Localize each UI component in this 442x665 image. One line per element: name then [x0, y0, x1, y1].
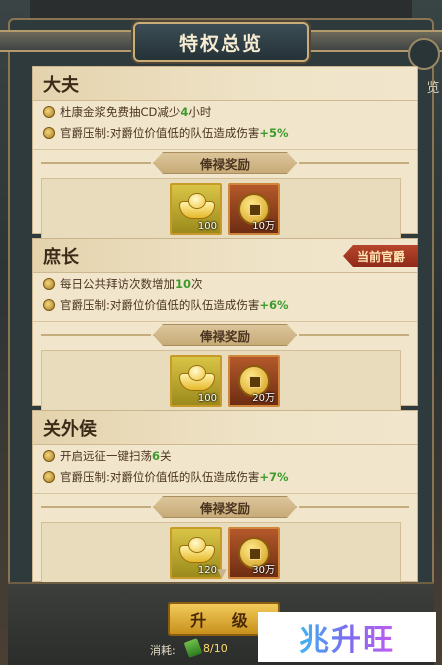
divider-left — [41, 162, 151, 164]
perk-value: 6 — [152, 448, 161, 463]
cost-label: 消耗: — [150, 644, 176, 657]
perk-value: +6% — [259, 297, 289, 312]
item-quantity: 30万 — [252, 565, 275, 576]
gold-ingot-icon — [179, 537, 215, 563]
perk-value: 4 — [180, 104, 189, 119]
perk-item: 开启远征一键扫荡 6 关 — [33, 445, 417, 466]
divider-right — [299, 334, 409, 336]
perk-text: 开启远征一键扫荡 — [60, 448, 152, 463]
gold-ingot-item[interactable]: 100 — [170, 355, 222, 407]
title-bar: 特权总览 — [0, 18, 442, 62]
item-quantity: 20万 — [252, 393, 275, 404]
perk-item: 官爵压制:对爵位价值低的队伍造成伤害 +6% — [33, 294, 417, 315]
divider-left — [41, 334, 151, 336]
perk-suffix: 小时 — [188, 104, 212, 119]
gold-ingot-icon — [179, 193, 215, 219]
perk-item: 杜康金浆免费抽CD减少 4 小时 — [33, 101, 417, 122]
perk-text: 每日公共拜访次数增加 — [60, 276, 175, 291]
item-quantity: 10万 — [252, 221, 275, 232]
perk-bullet-icon — [43, 126, 55, 139]
rank-header: 大夫 — [33, 67, 417, 101]
copper-coin-item[interactable]: 10万 — [228, 183, 280, 235]
perk-bullet-icon — [43, 277, 55, 290]
scroll-down-icon[interactable]: ▼ — [214, 566, 230, 580]
rank-header: 关外侯 — [33, 411, 417, 445]
reward-box: 100 10万 — [41, 178, 401, 240]
divider-right — [299, 162, 409, 164]
perk-bullet-icon — [43, 298, 55, 311]
perk-item: 官爵压制:对爵位价值低的队伍造成伤害 +7% — [33, 466, 417, 487]
side-tab-label[interactable]: 览 — [424, 66, 442, 106]
perk-text: 官爵压制:对爵位价值低的队伍造成伤害 — [60, 297, 260, 312]
perk-bullet-icon — [43, 105, 55, 118]
current-rank-badge: 当前官爵 — [343, 245, 418, 267]
rank-section-shuzhang: 庶长 当前官爵 每日公共拜访次数增加 10 次 官爵压制:对爵位价值低的队伍造成伤害… — [32, 238, 418, 412]
perk-bullet-icon — [43, 449, 55, 462]
perk-value: +7% — [259, 469, 289, 484]
gold-ingot-icon — [179, 365, 215, 391]
watermark-logo: 兆升旺 — [258, 612, 436, 662]
page-title: 特权总览 — [178, 32, 263, 55]
rank-name: 大夫 — [43, 74, 79, 96]
reward-box: 100 20万 — [41, 350, 401, 412]
privilege-list[interactable]: 大夫 杜康金浆免费抽CD减少 4 小时 官爵压制:对爵位价值低的队伍造成伤害 +5% … — [32, 62, 418, 582]
title-plate: 特权总览 — [133, 22, 309, 62]
item-quantity: 100 — [197, 393, 217, 404]
rank-section-dafu: 大夫 杜康金浆免费抽CD减少 4 小时 官爵压制:对爵位价值低的队伍造成伤害 +5% … — [32, 66, 418, 240]
perk-suffix: 关 — [160, 448, 172, 463]
perk-item: 每日公共拜访次数增加 10 次 — [33, 273, 417, 294]
cost-value: 8/10 — [203, 642, 228, 655]
rank-section-guanwaihou: 关外侯 开启远征一键扫荡 6 关 官爵压制:对爵位价值低的队伍造成伤害 +7% 俸禄奖… — [32, 410, 418, 582]
reward-title: 俸禄奖励 — [153, 324, 297, 346]
perk-text: 杜康金浆免费抽CD减少 — [60, 104, 181, 119]
perk-text: 官爵压制:对爵位价值低的队伍造成伤害 — [60, 125, 260, 140]
perk-suffix: 次 — [191, 276, 203, 291]
rank-name: 关外侯 — [43, 418, 97, 440]
perk-value: +5% — [259, 125, 289, 140]
divider-right — [299, 506, 409, 508]
copper-coin-item[interactable]: 20万 — [228, 355, 280, 407]
perk-value: 10 — [175, 276, 192, 291]
copper-coin-item[interactable]: 30万 — [228, 527, 280, 579]
perk-item: 官爵压制:对爵位价值低的队伍造成伤害 +5% — [33, 122, 417, 143]
rank-name: 庶长 — [43, 246, 79, 268]
gold-ingot-item[interactable]: 100 — [170, 183, 222, 235]
reward-title: 俸禄奖励 — [153, 496, 297, 518]
watermark-text: 兆升旺 — [299, 615, 395, 659]
divider-left — [41, 506, 151, 508]
item-quantity: 100 — [197, 221, 217, 232]
perk-bullet-icon — [43, 470, 55, 483]
perk-text: 官爵压制:对爵位价值低的队伍造成伤害 — [60, 469, 260, 484]
reward-title: 俸禄奖励 — [153, 152, 297, 174]
